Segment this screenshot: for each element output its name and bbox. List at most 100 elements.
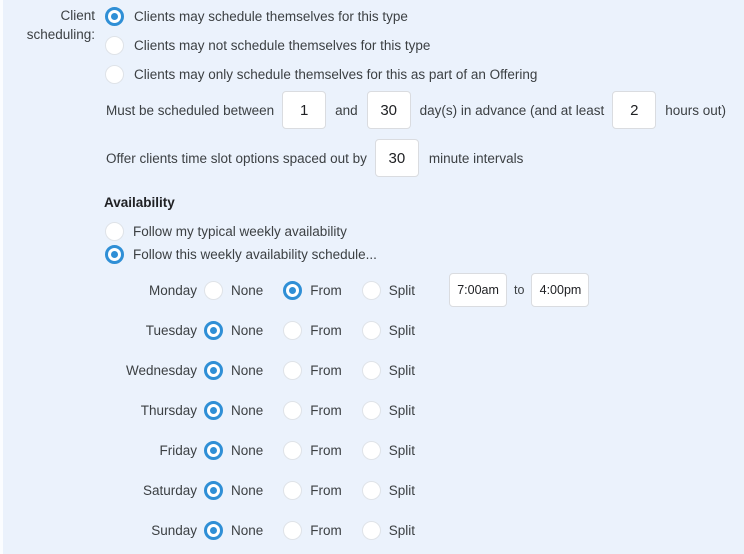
tuesday-none-label: None [231,322,264,338]
scheduling-option-1[interactable]: Clients may not schedule themselves for … [105,36,430,55]
radio-friday-from[interactable] [283,440,303,460]
table-row: Saturday None From Split [121,470,589,510]
friday-option-from[interactable]: From [283,440,358,460]
radio-sunday-split[interactable] [361,520,381,540]
scheduling-option-0-label: Clients may schedule themselves for this… [134,9,408,24]
sunday-option-none[interactable]: None [204,520,279,540]
radio-tuesday-from[interactable] [283,320,303,340]
radio-thursday-none[interactable] [204,400,223,420]
radio-tuesday-split[interactable] [361,320,381,340]
radio-availability-mode-1[interactable] [105,245,124,264]
thursday-option-from[interactable]: From [283,400,358,420]
radio-availability-mode-0[interactable] [105,222,124,241]
monday-option-split[interactable]: Split [361,280,431,300]
table-row: Monday None From Split 7:00am to 4:00pm [121,270,590,310]
table-row: Friday None From Split [121,430,589,470]
saturday-from-label: From [310,482,342,498]
hours-out-input[interactable]: 2 [612,91,657,129]
day-label-friday: Friday [159,442,197,458]
day-label-thursday: Thursday [140,402,197,418]
max-days-input[interactable]: 30 [366,91,411,129]
table-row: Tuesday None From Split [121,310,589,350]
saturday-none-label: None [231,482,264,498]
interval-rule-suffix: minute intervals [428,150,524,166]
monday-option-none[interactable]: None [204,280,279,300]
saturday-split-label: Split [388,482,416,498]
availability-mode-0-label: Follow my typical weekly availability [133,224,347,239]
thursday-option-split[interactable]: Split [361,400,431,420]
radio-sunday-none[interactable] [204,520,223,540]
day-label-saturday: Saturday [142,482,197,498]
radio-wednesday-from[interactable] [283,360,303,380]
thursday-option-none[interactable]: None [204,400,279,420]
sunday-from-label: From [310,522,342,538]
radio-friday-none[interactable] [204,440,223,460]
advance-rule-joiner: and [335,102,358,118]
saturday-option-from[interactable]: From [283,480,358,500]
table-row: Wednesday None From Split [121,350,589,390]
saturday-option-none[interactable]: None [204,480,279,500]
sunday-split-label: Split [388,522,416,538]
availability-mode-1-label: Follow this weekly availability schedule… [133,247,377,262]
availability-heading: Availability [104,195,175,210]
friday-from-label: From [310,442,342,458]
radio-scheduling-option-1[interactable] [105,36,124,55]
monday-to-label: to [514,283,525,297]
friday-option-none[interactable]: None [204,440,279,460]
min-days-input[interactable]: 1 [282,91,327,129]
field-label-line-1: Client [60,8,95,23]
sunday-none-label: None [231,522,264,538]
radio-thursday-from[interactable] [283,400,303,420]
availability-mode-1[interactable]: Follow this weekly availability schedule… [105,245,377,264]
radio-scheduling-option-2[interactable] [105,65,124,84]
radio-monday-from[interactable] [283,280,303,300]
tuesday-option-none[interactable]: None [204,320,279,340]
radio-sunday-from[interactable] [283,520,303,540]
sunday-option-from[interactable]: From [283,520,358,540]
table-row: Sunday None From Split [121,510,589,550]
radio-monday-split[interactable] [361,280,381,300]
sunday-option-split[interactable]: Split [361,520,431,540]
radio-wednesday-none[interactable] [204,360,223,380]
wednesday-option-split[interactable]: Split [361,360,431,380]
monday-from-label: From [310,282,342,298]
monday-none-label: None [231,282,264,298]
radio-scheduling-option-0[interactable] [105,7,124,26]
interval-rule-prefix: Offer clients time slot options spaced o… [106,150,367,166]
weekly-availability-schedule: Monday None From Split 7:00am to 4:00pm … [121,270,590,550]
monday-option-from[interactable]: From [283,280,358,300]
interval-minutes-input[interactable]: 30 [374,139,419,177]
radio-saturday-none[interactable] [204,480,223,500]
time-slot-interval-rule: Offer clients time slot options spaced o… [106,139,523,177]
scheduling-option-2[interactable]: Clients may only schedule themselves for… [105,65,537,84]
monday-end-time-input[interactable]: 4:00pm [531,273,590,307]
advance-rule-middle: day(s) in advance (and at least [419,102,605,118]
monday-start-time-input[interactable]: 7:00am [449,273,508,307]
scheduling-option-1-label: Clients may not schedule themselves for … [134,38,431,53]
friday-option-split[interactable]: Split [361,440,431,460]
radio-saturday-split[interactable] [361,480,381,500]
radio-friday-split[interactable] [361,440,381,460]
tuesday-option-from[interactable]: From [283,320,358,340]
friday-none-label: None [231,442,264,458]
radio-saturday-from[interactable] [283,480,303,500]
day-label-monday: Monday [148,282,197,298]
wednesday-split-label: Split [388,362,416,378]
radio-wednesday-split[interactable] [361,360,381,380]
radio-monday-none[interactable] [204,280,223,300]
scheduling-option-0[interactable]: Clients may schedule themselves for this… [105,7,408,26]
wednesday-option-from[interactable]: From [283,360,358,380]
field-label-line-2: scheduling: [26,27,95,42]
monday-time-range: 7:00am to 4:00pm [449,273,590,307]
wednesday-from-label: From [310,362,342,378]
saturday-option-split[interactable]: Split [361,480,431,500]
scheduling-option-2-label: Clients may only schedule themselves for… [134,67,538,82]
radio-tuesday-none[interactable] [204,320,223,340]
tuesday-split-label: Split [388,322,416,338]
wednesday-none-label: None [231,362,264,378]
availability-mode-0[interactable]: Follow my typical weekly availability [105,222,347,241]
tuesday-from-label: From [310,322,342,338]
tuesday-option-split[interactable]: Split [361,320,431,340]
radio-thursday-split[interactable] [361,400,381,420]
wednesday-option-none[interactable]: None [204,360,279,380]
